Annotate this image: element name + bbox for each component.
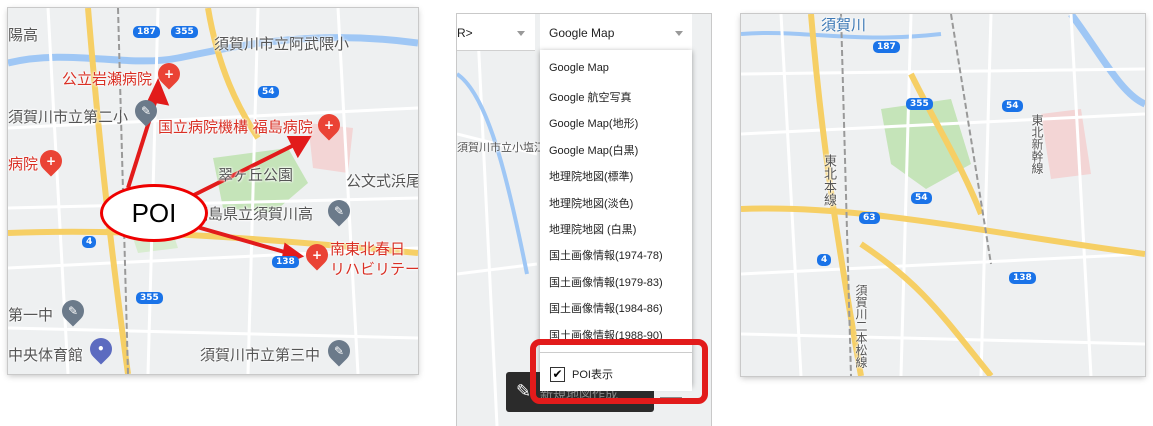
route-shield: 54 [911, 192, 932, 204]
map-type-option[interactable]: 地理院地図(標準) [549, 168, 633, 184]
poi-label[interactable]: リハビリテー [330, 258, 418, 279]
map-label: 翠ヶ丘公園 [218, 166, 294, 184]
map-label: 須賀川市立第三中 [200, 346, 321, 364]
map-type-option[interactable]: 国土画像情報(1984-86) [549, 300, 663, 316]
route-shield: 54 [1002, 100, 1023, 112]
route-shield: 187 [873, 41, 900, 53]
layer-dropdown-value: R> [457, 26, 473, 40]
map-label: 公文式浜尾 [346, 172, 418, 190]
pencil-icon: ✎ [516, 381, 532, 402]
poi-label[interactable]: 国立病院機構 福島病院 [158, 116, 313, 137]
poi-callout-text: POI [131, 197, 177, 228]
map-type-option[interactable]: 地理院地図 (白黒) [549, 221, 636, 237]
map-background [741, 14, 1145, 376]
map-label: 福島県立須賀川高 [193, 205, 314, 223]
poi-highlight-box [530, 339, 708, 404]
map-type-selected: Google Map [549, 26, 615, 40]
map-type-options: Google Map Google 航空写真 Google Map(地形) Go… [540, 50, 692, 386]
map-type-option[interactable]: Google Map(白黒) [549, 142, 638, 158]
poi-label[interactable]: 病院 [8, 153, 38, 174]
map-label: 東北新幹線 [1030, 114, 1044, 174]
route-shield: 63 [859, 212, 880, 224]
map-type-option[interactable]: Google 航空写真 [549, 89, 632, 105]
map-type-option[interactable]: Google Map(地形) [549, 115, 638, 131]
route-shield: 4 [82, 236, 97, 248]
poi-label[interactable]: 南東北春日 [330, 238, 405, 259]
layer-dropdown[interactable]: R> [457, 14, 535, 51]
map-label: 須賀川市立小塩江 [457, 141, 545, 154]
route-shield: 138 [272, 256, 299, 268]
route-shield: 355 [906, 98, 933, 110]
map-type-dropdown[interactable]: Google Map [540, 14, 692, 51]
map-label: 須賀川市立第二小 [8, 108, 129, 126]
map-label: 須賀川 [821, 16, 867, 34]
poi-callout: POI [100, 184, 208, 242]
map-label: 東北本線 [821, 154, 836, 206]
map-label: 陽高 [8, 26, 39, 44]
map-with-poi[interactable]: 陽高 須賀川市立阿武隈小 公立岩瀬病院 + 須賀川市立第二小 ✎ 国立病院機構 … [8, 8, 418, 374]
route-shield: 187 [133, 26, 160, 38]
map-type-option[interactable]: Google Map [549, 62, 609, 74]
chevron-down-icon [675, 31, 683, 36]
route-shield: 54 [258, 86, 279, 98]
route-shield: 4 [817, 254, 832, 266]
route-shield: 355 [171, 26, 198, 38]
map-label: 須賀川二本松線 [854, 284, 868, 368]
poi-label[interactable]: 公立岩瀬病院 [62, 68, 152, 89]
route-shield: 355 [136, 292, 163, 304]
map-type-option[interactable]: 国土画像情報(1974-78) [549, 247, 663, 263]
map-type-option[interactable]: 国土画像情報(1979-83) [549, 274, 663, 290]
map-label: 第一中 [8, 306, 54, 324]
route-shield: 138 [1009, 272, 1036, 284]
map-type-option[interactable]: 地理院地図(淡色) [549, 195, 633, 211]
map-label: 中央体育館 [8, 346, 84, 364]
map-label: 須賀川市立阿武隈小 [214, 35, 350, 53]
map-without-poi[interactable]: 須賀川 東北本線 東北新幹線 須賀川二本松線 187 355 54 54 63 … [741, 14, 1145, 376]
chevron-down-icon [517, 31, 525, 36]
